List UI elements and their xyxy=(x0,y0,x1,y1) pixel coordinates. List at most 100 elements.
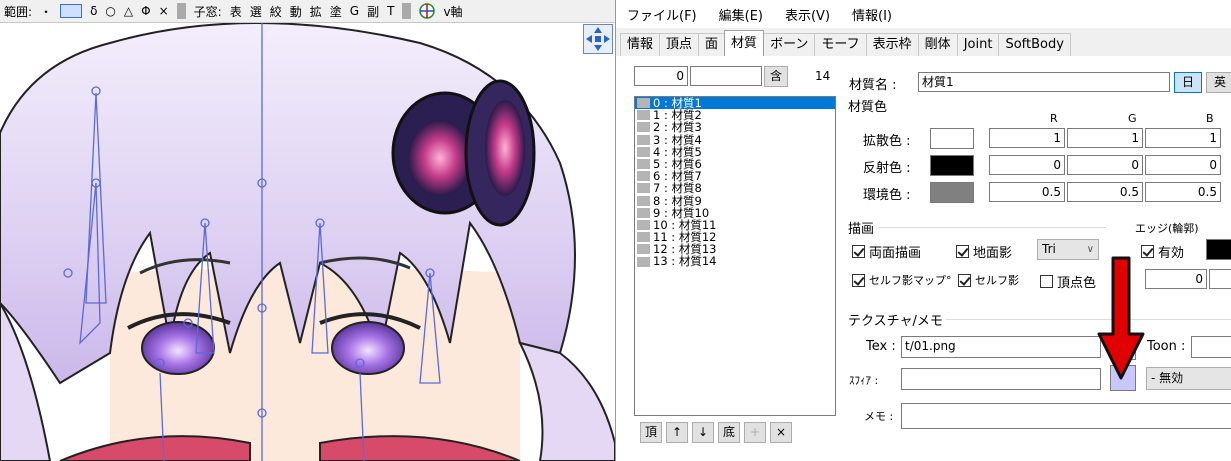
list-item[interactable]: 13 : 材質14 xyxy=(635,254,835,269)
tool-cross[interactable]: × xyxy=(155,4,173,18)
self-shadow-label: セルフ影 xyxy=(975,274,1019,287)
child-table[interactable]: 表 xyxy=(226,3,246,20)
list-item[interactable]: 3 : 材質4 xyxy=(635,133,835,146)
tab-softbody[interactable]: SoftBody xyxy=(998,33,1071,56)
material-swatch xyxy=(637,171,650,182)
ambient-r-input[interactable]: 0.5 xyxy=(989,182,1065,202)
material-swatch xyxy=(637,219,650,230)
axis-toggle-icon[interactable] xyxy=(415,3,439,19)
delete-material-button[interactable]: × xyxy=(770,422,792,443)
include-button[interactable]: 含 xyxy=(764,66,788,87)
toolbar-divider xyxy=(402,3,412,19)
diffuse-r-input[interactable]: 1 xyxy=(989,128,1065,148)
toolbar-divider xyxy=(176,3,186,19)
edge-extra-input[interactable] xyxy=(1209,269,1231,289)
tex-input[interactable]: t/01.png xyxy=(901,336,1101,358)
child-paint[interactable]: 塗 xyxy=(326,3,346,20)
specular-b-input[interactable]: 0 xyxy=(1145,155,1221,175)
move-up-button[interactable]: ↑ xyxy=(666,422,688,443)
tab-morph[interactable]: モーフ xyxy=(814,33,867,56)
list-item-label: 2 : 材質3 xyxy=(653,120,702,135)
child-select[interactable]: 選 xyxy=(246,3,266,20)
list-item[interactable]: 7 : 材質8 xyxy=(635,182,835,195)
ambient-swatch[interactable] xyxy=(930,182,974,203)
axis-label[interactable]: v軸 xyxy=(439,3,466,20)
menu-edit[interactable]: 編集(E) xyxy=(708,5,774,24)
model-viewport[interactable]: 範囲: ・ δ ○ △ Φ × 子窓: 表 選 絞 動 拡 塗 G 副 T v軸 xyxy=(0,0,615,461)
material-swatch xyxy=(637,207,650,218)
checkbox-box xyxy=(852,273,865,287)
tab-bone[interactable]: ボーン xyxy=(763,33,816,56)
material-swatch xyxy=(637,244,650,255)
self-shadow-checkbox[interactable]: セルフ影 xyxy=(958,272,1019,288)
move-down-button[interactable]: ↓ xyxy=(692,422,714,443)
child-move[interactable]: 動 xyxy=(286,3,306,20)
double-sided-checkbox[interactable]: 両面描画 xyxy=(852,242,921,261)
child-sub[interactable]: 副 xyxy=(363,3,383,20)
memo-input[interactable] xyxy=(901,403,1231,429)
diffuse-swatch[interactable] xyxy=(930,128,974,149)
sphere-label: ｽﾌｨｱ : xyxy=(849,374,879,387)
child-filter[interactable]: 絞 xyxy=(266,3,286,20)
lang-en-button[interactable]: 英 xyxy=(1206,72,1231,93)
diffuse-b-input[interactable]: 1 xyxy=(1145,128,1221,148)
checkbox-box xyxy=(956,245,969,258)
box-select-icon xyxy=(60,4,83,19)
shadow-type-select[interactable]: Tri ∨ xyxy=(1037,239,1099,260)
tab-material[interactable]: 材質 xyxy=(724,30,765,57)
child-scale[interactable]: 拡 xyxy=(306,3,326,20)
chevron-down-icon: ∨ xyxy=(1086,244,1094,255)
child-g[interactable]: G xyxy=(346,4,363,18)
tab-info[interactable]: 情報 xyxy=(620,33,661,56)
header-b: B xyxy=(1206,112,1214,125)
toon-input[interactable] xyxy=(1191,336,1231,358)
tab-vertex[interactable]: 頂点 xyxy=(659,33,700,56)
list-item-label: 13 : 材質14 xyxy=(653,254,717,269)
specular-label: 反射色 : xyxy=(863,161,911,176)
specular-g-input[interactable]: 0 xyxy=(1067,155,1143,175)
tab-display-frame[interactable]: 表示枠 xyxy=(865,33,919,56)
search-input[interactable] xyxy=(690,66,762,86)
move-top-button[interactable]: 頂 xyxy=(640,422,662,443)
diffuse-g-input[interactable]: 1 xyxy=(1067,128,1143,148)
list-item[interactable]: 8 : 材質9 xyxy=(635,194,835,207)
ground-shadow-checkbox[interactable]: 地面影 xyxy=(956,242,1012,261)
tool-box-select[interactable] xyxy=(56,4,86,19)
tool-circle[interactable]: ○ xyxy=(101,4,119,18)
lang-jp-button[interactable]: 日 xyxy=(1174,72,1202,93)
tool-phi[interactable]: Φ xyxy=(137,4,154,18)
tab-face[interactable]: 面 xyxy=(698,33,726,56)
menu-info[interactable]: 情報(I) xyxy=(841,5,903,24)
self-shadow-map-checkbox[interactable]: セルフ影マップ° xyxy=(852,272,952,288)
edge-size-input[interactable]: 0 xyxy=(1145,269,1207,289)
tool-delta[interactable]: δ xyxy=(86,4,101,18)
ambient-b-input[interactable]: 0.5 xyxy=(1145,182,1221,202)
move-bottom-button[interactable]: 底 xyxy=(718,422,740,443)
tool-triangle[interactable]: △ xyxy=(120,4,137,18)
specular-swatch[interactable] xyxy=(930,155,974,176)
edge-enabled-checkbox[interactable]: 有効 xyxy=(1141,242,1184,261)
child-t[interactable]: T xyxy=(383,4,398,18)
menu-view[interactable]: 表示(V) xyxy=(774,5,841,24)
vertex-color-label: 頂点色 xyxy=(1057,276,1097,291)
texture-group: テクスチャ/メモ xyxy=(848,314,943,329)
character-render xyxy=(0,23,615,461)
index-input[interactable]: 0 xyxy=(634,66,688,86)
edge-color-swatch[interactable] xyxy=(1206,239,1231,260)
specular-r-input[interactable]: 0 xyxy=(989,155,1065,175)
tool-point[interactable]: ・ xyxy=(36,3,56,20)
material-list[interactable]: 0 : 材質1 1 : 材質2 2 : 材質3 3 : 材質4 4 : 材質5 5 : 材… xyxy=(634,96,836,416)
child-window-label: 子窓: xyxy=(193,4,222,19)
view-gizmo-icon[interactable] xyxy=(583,24,613,54)
sphere-mode-select[interactable]: - 無効 xyxy=(1146,367,1231,390)
material-name-input[interactable]: 材質1 xyxy=(918,72,1170,92)
sphere-input[interactable] xyxy=(901,368,1101,390)
ambient-g-input[interactable]: 0.5 xyxy=(1067,182,1143,202)
material-count: 14 xyxy=(815,69,831,83)
list-item[interactable]: 2 : 材質3 xyxy=(635,120,835,135)
menu-file[interactable]: ファイル(F) xyxy=(616,5,708,24)
tab-rigid-body[interactable]: 剛体 xyxy=(917,33,958,56)
vertex-color-checkbox[interactable]: 頂点色 xyxy=(1040,272,1096,291)
tab-joint[interactable]: Joint xyxy=(956,33,1000,56)
add-material-button[interactable]: + xyxy=(744,422,766,443)
